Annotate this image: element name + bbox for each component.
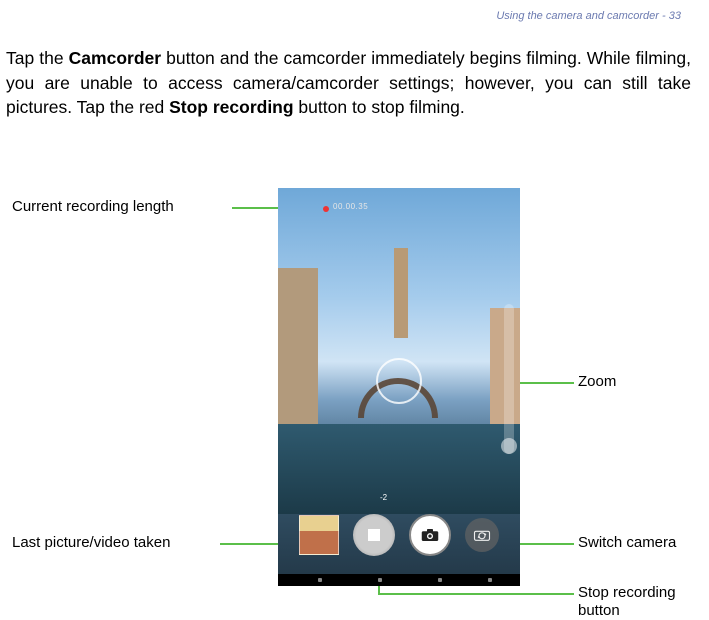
callout-recording-length: Current recording length	[12, 198, 174, 215]
callout-stop-button: Stop recording button	[578, 584, 676, 620]
camera-icon	[421, 528, 439, 542]
leader-line	[514, 382, 574, 384]
focus-indicator	[376, 358, 422, 404]
stop-recording-button[interactable]	[353, 514, 395, 556]
last-capture-thumbnail[interactable]	[299, 515, 339, 555]
para-text: Tap the	[6, 48, 69, 68]
record-indicator-icon	[323, 206, 329, 212]
callout-switch-camera: Switch camera	[578, 534, 676, 551]
nav-dot	[438, 578, 442, 582]
leader-line	[378, 593, 574, 595]
stop-recording-bold: Stop recording	[169, 97, 293, 117]
para-text: button to stop filming.	[294, 97, 465, 117]
nav-dot	[318, 578, 322, 582]
callout-stop-l2: button	[578, 602, 620, 619]
android-navbar	[278, 574, 520, 586]
switch-camera-button[interactable]	[465, 518, 499, 552]
control-row	[278, 508, 520, 562]
callout-zoom: Zoom	[578, 373, 616, 390]
section-title: Using the camera and camcorder	[496, 10, 659, 22]
separator: -	[659, 10, 669, 22]
page-header: Using the camera and camcorder - 33	[496, 10, 681, 22]
annotated-figure: Current recording length Last picture/vi…	[0, 176, 709, 606]
scene-tower	[394, 248, 408, 338]
instruction-paragraph: Tap the Camcorder button and the camcord…	[6, 46, 691, 120]
phone-screen: -2 00.00.35	[278, 188, 520, 574]
exposure-indicator: -2	[380, 493, 387, 502]
zoom-handle[interactable]	[501, 438, 517, 454]
shutter-button[interactable]	[409, 514, 451, 556]
switch-camera-icon	[473, 528, 491, 542]
recording-time: 00.00.35	[333, 202, 368, 211]
callout-last-taken: Last picture/video taken	[12, 534, 170, 551]
scene-water	[278, 424, 520, 514]
zoom-slider[interactable]	[504, 304, 514, 454]
page-number: 33	[669, 10, 681, 22]
camcorder-bold: Camcorder	[69, 48, 161, 68]
nav-dot	[488, 578, 492, 582]
callout-stop-l1: Stop recording	[578, 584, 676, 601]
stop-icon	[368, 529, 380, 541]
nav-dot	[378, 578, 382, 582]
